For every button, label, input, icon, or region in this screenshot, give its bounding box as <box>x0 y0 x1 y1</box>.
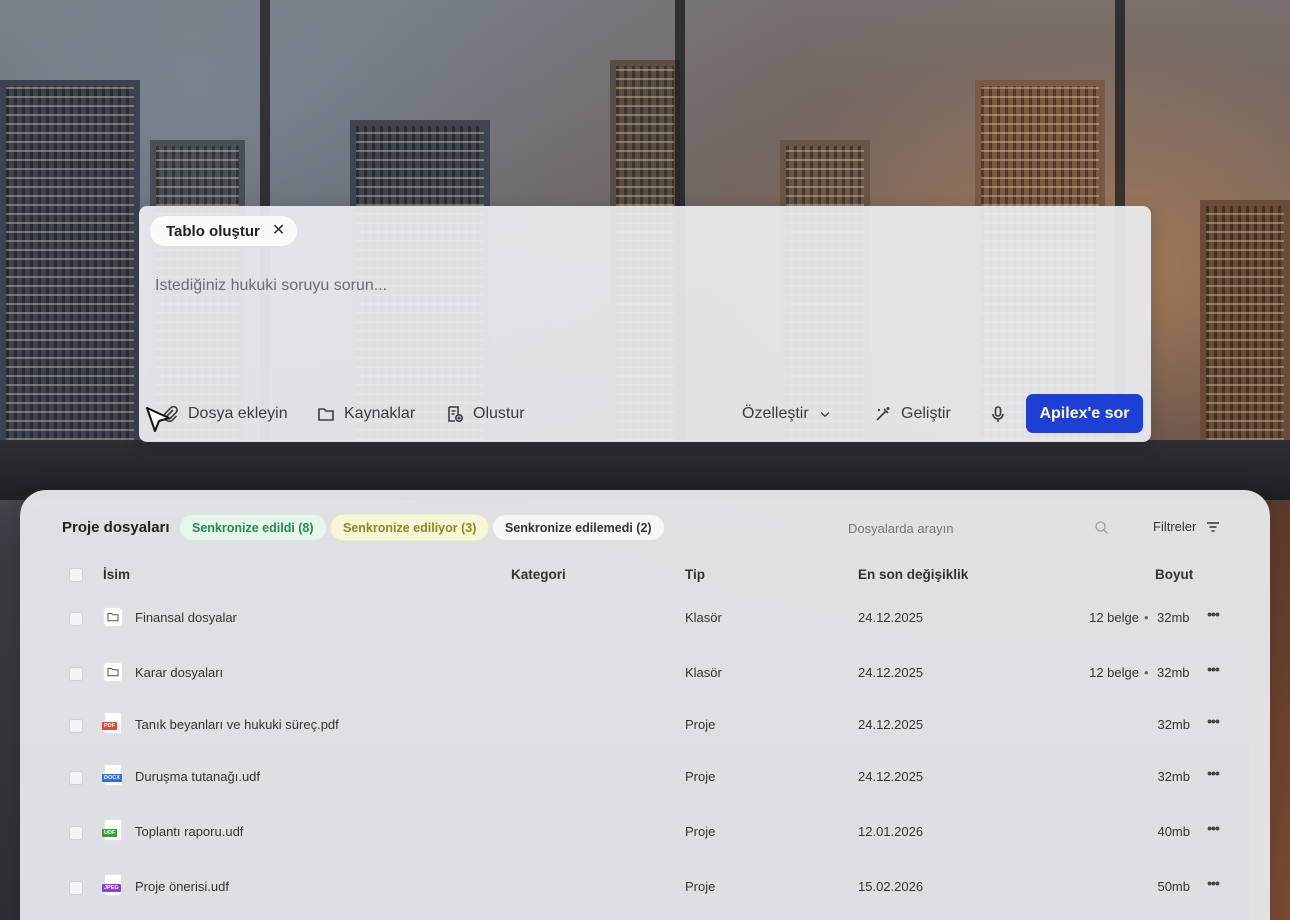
folder-icon <box>103 607 123 627</box>
file-type: Proje <box>685 717 716 732</box>
building <box>0 80 140 500</box>
improve-label: Geliştir <box>901 405 951 422</box>
file-type: Klasör <box>685 665 722 680</box>
pdf-icon: PDF <box>102 712 122 734</box>
microphone-button[interactable] <box>989 399 1007 429</box>
column-size[interactable]: Boyut <box>1155 567 1193 582</box>
file-tag: JPEG <box>102 884 121 892</box>
column-category[interactable]: Kategori <box>511 567 566 582</box>
filters-label: Filtreler <box>1153 519 1197 534</box>
file-name[interactable]: Finansal dosyalar <box>135 610 237 625</box>
more-options-icon[interactable]: ••• <box>1203 606 1223 626</box>
row-checkbox[interactable] <box>69 612 83 626</box>
file-name[interactable]: Karar dosyaları <box>135 665 223 680</box>
question-input[interactable] <box>155 274 1135 298</box>
file-date: 24.12.2025 <box>858 717 924 732</box>
sources-label: Kaynaklar <box>344 405 416 422</box>
file-date: 24.12.2025 <box>858 769 924 784</box>
document-add-icon <box>448 406 464 423</box>
file-name[interactable]: Tanık beyanları ve hukuki süreç.pdf <box>135 717 339 732</box>
microphone-icon <box>992 406 1004 422</box>
file-name[interactable]: Duruşma tutanağı.udf <box>135 769 260 784</box>
magic-wand-icon <box>876 407 890 421</box>
create-button[interactable]: Olustur <box>446 399 525 429</box>
row-checkbox[interactable] <box>69 667 83 681</box>
file-search-input[interactable] <box>848 518 1112 538</box>
customize-label: Özelleştir <box>742 405 809 422</box>
table-row[interactable]: PDF Tanık beyanları ve hukuki süreç.pdf … <box>20 699 1270 751</box>
table-row[interactable]: UDF Toplantı raporu.udf Proje 12.01.2026… <box>20 806 1270 858</box>
file-name[interactable]: Toplantı raporu.udf <box>135 824 243 839</box>
more-options-icon[interactable]: ••• <box>1203 820 1223 840</box>
create-table-chip[interactable]: Tablo oluştur ✕ <box>149 215 299 247</box>
ask-apilex-button[interactable]: Apilex'e sor <box>1026 394 1143 433</box>
file-size: 50mb <box>1157 879 1190 894</box>
file-type: Proje <box>685 824 716 839</box>
separator-dot: • <box>1144 665 1149 680</box>
table-row[interactable]: DOCX Duruşma tutanağı.udf Proje 24.12.20… <box>20 751 1270 803</box>
file-tag: DOCX <box>102 774 122 782</box>
search-icon[interactable] <box>1094 520 1109 535</box>
more-options-icon[interactable]: ••• <box>1203 661 1223 681</box>
sources-button[interactable]: Kaynaklar <box>317 399 415 429</box>
file-tag: PDF <box>102 722 117 730</box>
row-checkbox[interactable] <box>69 771 83 785</box>
column-name[interactable]: İsim <box>103 567 130 582</box>
table-row[interactable]: Finansal dosyalar Klasör 24.12.2025 12 b… <box>20 592 1270 644</box>
attach-file-label: Dosya ekleyin <box>188 405 288 422</box>
synced-badge[interactable]: Senkronize edildi (8) <box>179 514 327 541</box>
attach-file-button[interactable]: Dosya ekleyin <box>161 399 288 429</box>
chip-label: Tablo oluştur <box>166 222 260 240</box>
column-type[interactable]: Tip <box>685 567 705 582</box>
more-options-icon[interactable]: ••• <box>1203 713 1223 733</box>
file-size: 32mb <box>1157 769 1190 784</box>
docx-icon: DOCX <box>102 764 122 786</box>
udf-icon: UDF <box>102 819 122 841</box>
table-row[interactable]: Karar dosyaları Klasör 24.12.2025 12 bel… <box>20 647 1270 699</box>
file-count: 12 belge <box>1089 665 1139 680</box>
file-size: 32mb <box>1157 665 1190 680</box>
panel-title: Proje dosyaları <box>62 519 170 536</box>
file-date: 15.02.2026 <box>858 879 924 894</box>
filters-button[interactable]: Filtreler <box>1153 519 1220 534</box>
filter-icon <box>1207 521 1220 532</box>
file-type: Klasör <box>685 610 722 625</box>
column-last-modified[interactable]: En son değişiklik <box>858 567 968 582</box>
file-name[interactable]: Proje önerisi.udf <box>135 879 229 894</box>
file-tag: UDF <box>102 829 118 837</box>
folder-icon <box>318 408 334 421</box>
file-type: Proje <box>685 769 716 784</box>
syncing-badge[interactable]: Senkronize ediliyor (3) <box>330 514 490 541</box>
file-date: 12.01.2026 <box>858 824 924 839</box>
mouse-pointer-icon <box>146 407 170 432</box>
jpeg-icon: JPEG <box>102 874 122 896</box>
folder-icon <box>103 662 123 682</box>
row-checkbox[interactable] <box>69 826 83 840</box>
file-size: 32mb <box>1157 610 1190 625</box>
more-options-icon[interactable]: ••• <box>1203 765 1223 785</box>
file-type: Proje <box>685 879 716 894</box>
create-label: Olustur <box>473 405 525 422</box>
row-checkbox[interactable] <box>69 719 83 733</box>
row-checkbox[interactable] <box>69 881 83 895</box>
not-synced-badge[interactable]: Senkronize edilemedi (2) <box>492 514 665 541</box>
project-files-panel: Proje dosyaları Senkronize edildi (8) Se… <box>20 490 1270 920</box>
customize-dropdown[interactable]: Özelleştir <box>742 399 832 429</box>
select-all-checkbox[interactable] <box>69 568 83 582</box>
improve-button[interactable]: Geliştir <box>874 399 951 429</box>
close-icon[interactable]: ✕ <box>272 223 285 239</box>
separator-dot: • <box>1144 610 1149 625</box>
prompt-card: Tablo oluştur ✕ Dosya ekleyin Kaynaklar … <box>139 206 1151 442</box>
file-date: 24.12.2025 <box>858 665 924 680</box>
more-options-icon[interactable]: ••• <box>1203 875 1223 895</box>
file-size: 32mb <box>1157 717 1190 732</box>
file-count: 12 belge <box>1089 610 1139 625</box>
table-row[interactable]: JPEG Proje önerisi.udf Proje 15.02.2026 … <box>20 861 1270 913</box>
chevron-down-icon <box>820 412 830 418</box>
file-date: 24.12.2025 <box>858 610 924 625</box>
file-size: 40mb <box>1157 824 1190 839</box>
